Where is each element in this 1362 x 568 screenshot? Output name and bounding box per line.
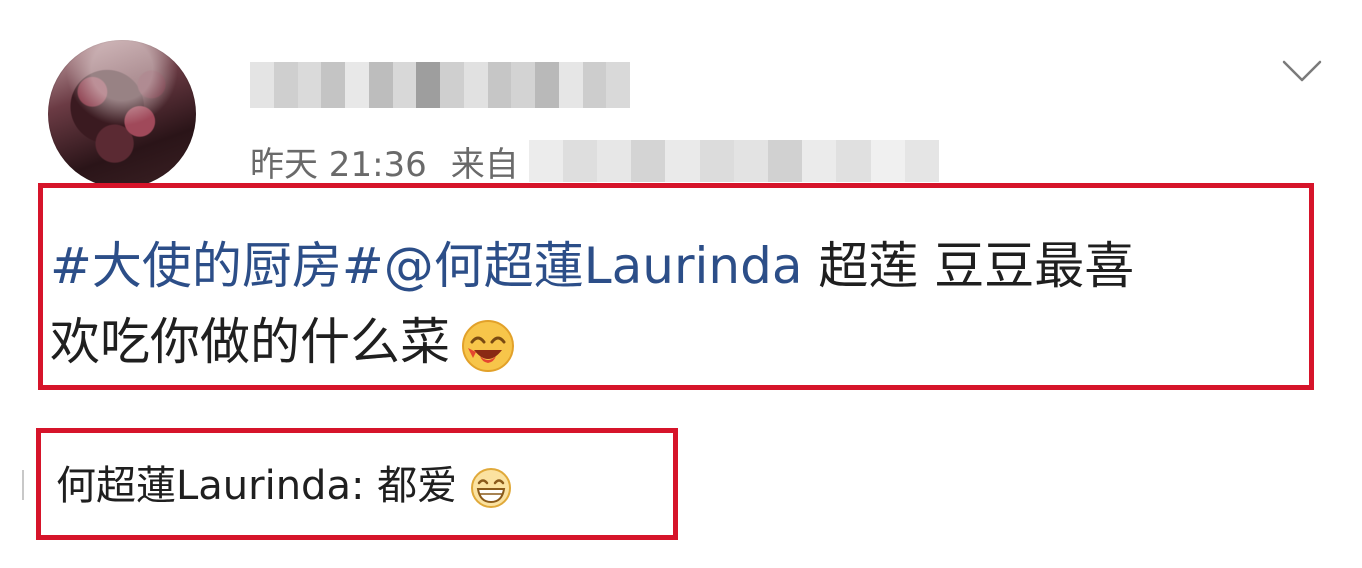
chevron-down-icon[interactable]: [1282, 58, 1322, 84]
post-source-blurred[interactable]: [528, 140, 939, 182]
topic-link[interactable]: #大使的厨房#: [50, 237, 384, 295]
post-source-label: 来自: [450, 144, 519, 185]
avatar-image: [48, 40, 196, 188]
post-text-line2: 欢吃你做的什么菜: [50, 313, 450, 371]
heart-eyes-smile-emoji: [462, 319, 514, 372]
mention-link[interactable]: @何超蓮Laurinda: [384, 237, 803, 295]
reply-text: 都爱: [377, 463, 458, 509]
post-time: 昨天 21:36: [250, 144, 427, 185]
post-meta: 昨天 21:36 来自: [250, 138, 939, 185]
grin-emoji: [471, 468, 512, 508]
username-blurred[interactable]: [250, 62, 630, 108]
reply-content: 何超蓮Laurinda: 都爱: [56, 458, 513, 514]
post-text-line1: 超莲 豆豆最喜: [802, 237, 1135, 295]
reply-separator: :: [350, 463, 378, 509]
divider: [22, 470, 24, 500]
post-content: #大使的厨房#@何超蓮Laurinda 超莲 豆豆最喜 欢吃你做的什么菜: [50, 228, 1312, 380]
avatar[interactable]: [48, 40, 196, 188]
reply-author[interactable]: 何超蓮Laurinda: [56, 463, 351, 509]
